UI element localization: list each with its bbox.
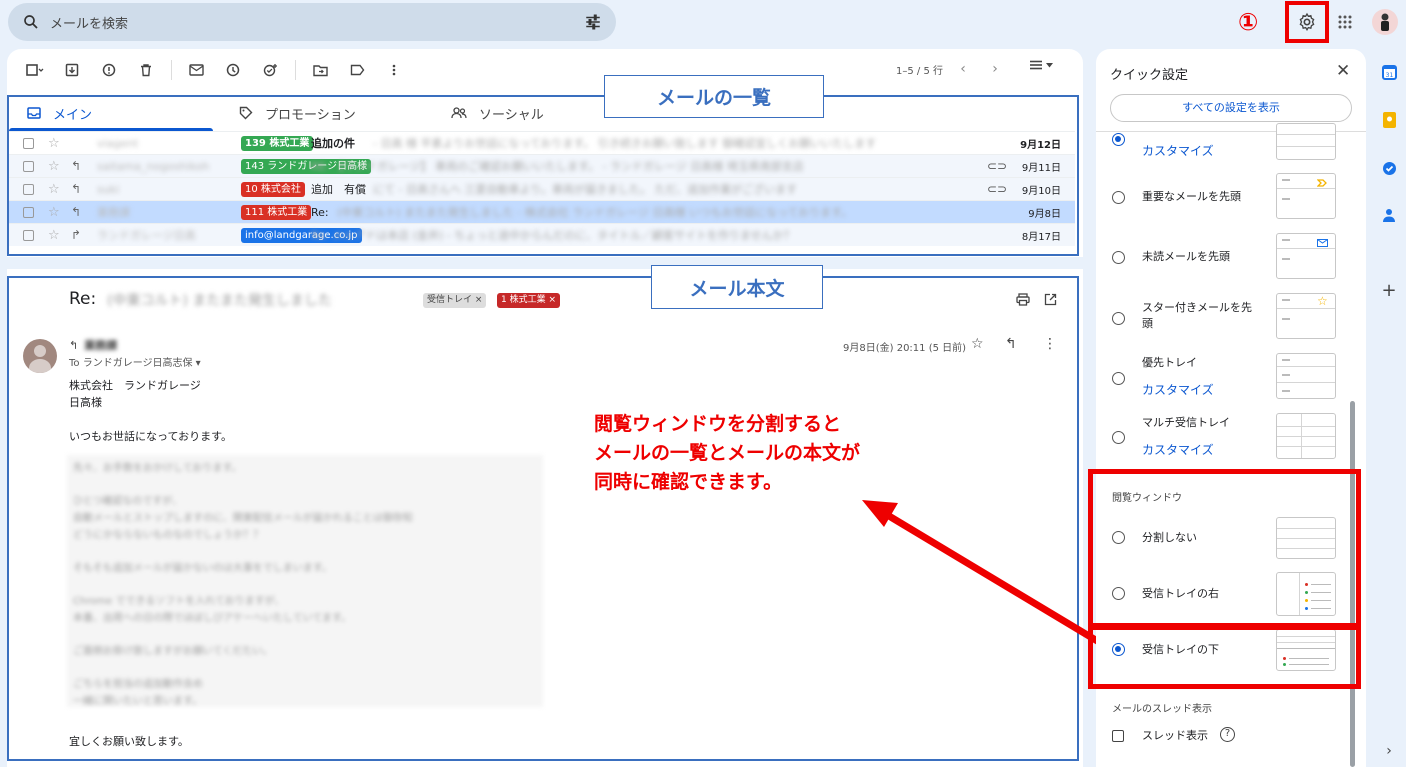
add-addon-icon[interactable]: + — [1381, 280, 1397, 301]
option-label: スター付きメールを先頭 — [1142, 301, 1252, 330]
important-marker-icon — [1317, 179, 1327, 187]
preview-thumbnail — [1276, 413, 1336, 459]
quick-settings-title: クイック設定 — [1110, 68, 1189, 83]
preview-thumbnail — [1276, 353, 1336, 399]
archive-icon[interactable] — [60, 58, 84, 82]
close-icon[interactable]: ✕ — [1336, 61, 1350, 81]
annotation-note: 閲覧ウィンドウを分割すると メールの一覧とメールの本文が 同時に確認できます。 — [594, 410, 860, 497]
body-highlight-frame — [7, 276, 1079, 761]
snooze-icon[interactable] — [221, 58, 245, 82]
gear-icon — [1299, 12, 1315, 32]
settings-button[interactable] — [1285, 1, 1329, 43]
inbox-type-important-first[interactable] — [1112, 191, 1125, 204]
keep-icon[interactable] — [1381, 112, 1397, 128]
radio-button[interactable] — [1112, 251, 1125, 264]
note-line: メールの一覧とメールの本文が — [594, 442, 861, 464]
highlight-below-inbox — [1088, 625, 1361, 689]
note-line: 閲覧ウィンドウを分割すると — [594, 413, 842, 435]
radio-button[interactable] — [1112, 133, 1125, 146]
chevron-down-icon — [1046, 62, 1053, 67]
option-label: 優先トレイ — [1142, 356, 1197, 369]
customize-link[interactable]: カスタマイズ — [1142, 142, 1214, 159]
inbox-type-starred-first[interactable] — [1112, 312, 1125, 325]
reading-pane-splitter[interactable] — [7, 257, 1083, 269]
preview-thumbnail — [1276, 123, 1336, 160]
inbox-type-multiple[interactable] — [1112, 431, 1125, 444]
report-spam-icon[interactable] — [97, 58, 121, 82]
search-icon[interactable] — [22, 13, 40, 31]
annotation-step-number: ① — [1238, 8, 1259, 36]
customize-link[interactable]: カスタマイズ — [1142, 381, 1214, 398]
trash-icon[interactable] — [134, 58, 158, 82]
thread-view-toggle[interactable] — [1112, 730, 1124, 742]
prev-page-icon[interactable]: ‹ — [953, 59, 973, 79]
inbox-type-priority[interactable] — [1112, 372, 1125, 385]
checkbox[interactable] — [1112, 730, 1124, 742]
add-task-icon[interactable] — [258, 58, 282, 82]
search-options-icon[interactable] — [584, 13, 602, 31]
select-all-checkbox[interactable] — [23, 58, 47, 82]
label-icon[interactable] — [345, 58, 369, 82]
svg-text:31: 31 — [1385, 72, 1393, 79]
mail-toolbar: 1–5 / 5 行 ‹ › — [7, 49, 1083, 91]
density-icon — [1030, 60, 1042, 70]
preview-thumbnail — [1276, 173, 1336, 219]
customize-link[interactable]: カスタマイズ — [1142, 441, 1214, 458]
chevron-right-icon[interactable]: › — [1381, 743, 1397, 759]
preview-thumbnail: ☆ — [1276, 293, 1336, 339]
tasks-icon[interactable] — [1381, 160, 1397, 176]
help-icon[interactable]: ? — [1220, 727, 1235, 742]
callout-list: メールの一覧 — [604, 75, 824, 118]
highlight-reading-pane — [1088, 469, 1361, 628]
search-bar[interactable]: メールを検索 — [8, 3, 616, 41]
mail-icon — [1317, 239, 1328, 247]
contacts-icon[interactable] — [1381, 207, 1397, 223]
inbox-type-unread-first[interactable] — [1112, 251, 1125, 264]
mark-unread-icon[interactable] — [184, 58, 208, 82]
radio-button[interactable] — [1112, 312, 1125, 325]
radio-button[interactable] — [1112, 431, 1125, 444]
apps-grid-icon[interactable] — [1337, 14, 1353, 30]
note-line: 同時に確認できます。 — [594, 471, 783, 493]
person-icon — [1381, 13, 1389, 31]
next-page-icon[interactable]: › — [985, 59, 1005, 79]
list-highlight-frame — [7, 95, 1079, 256]
pagination-info: 1–5 / 5 行 — [896, 66, 943, 77]
option-label: 重要なメールを先頭 — [1142, 190, 1241, 203]
preview-thumbnail — [1276, 233, 1336, 279]
radio-button[interactable] — [1112, 191, 1125, 204]
move-to-icon[interactable] — [308, 58, 332, 82]
more-vert-icon[interactable] — [382, 58, 406, 82]
option-label: 未読メールを先頭 — [1142, 250, 1230, 263]
radio-button[interactable] — [1112, 372, 1125, 385]
option-label: マルチ受信トレイ — [1142, 416, 1230, 429]
account-avatar[interactable] — [1372, 9, 1398, 35]
inbox-type-default[interactable] — [1112, 133, 1125, 146]
option-label: スレッド表示 — [1142, 729, 1208, 742]
search-input[interactable]: メールを検索 — [50, 13, 584, 32]
star-icon: ☆ — [1317, 294, 1328, 308]
density-button[interactable] — [1029, 60, 1053, 70]
see-all-settings-button[interactable]: すべての設定を表示 — [1110, 94, 1352, 122]
calendar-icon[interactable]: 31 — [1381, 64, 1397, 80]
toolbar-divider — [295, 60, 296, 80]
callout-body: メール本文 — [651, 265, 823, 309]
toolbar-divider — [171, 60, 172, 80]
thread-section-label: メールのスレッド表示 — [1112, 704, 1212, 715]
